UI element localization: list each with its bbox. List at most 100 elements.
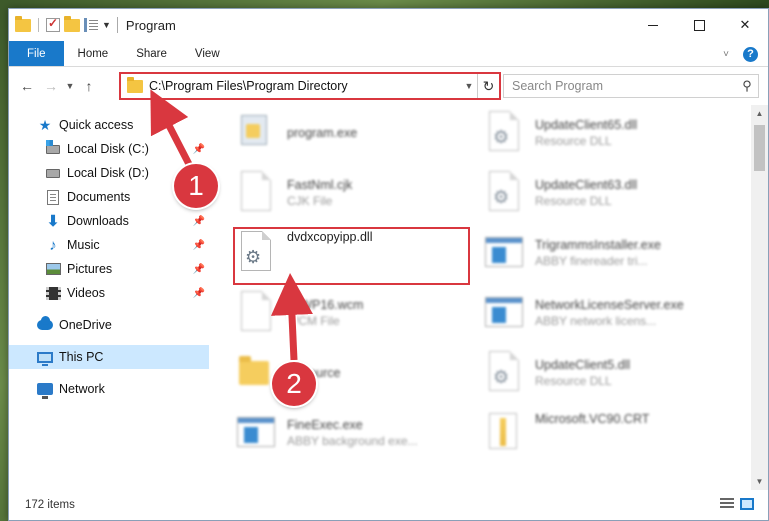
nav-item-downloads[interactable]: ⬇ Downloads 📌	[9, 209, 209, 233]
dll-gear-file-icon: ⚙	[481, 109, 529, 157]
application-icon	[481, 229, 529, 277]
file-name: UpdateClient65.dll	[535, 118, 638, 132]
annotation-badge-1: 1	[174, 164, 218, 208]
customize-toolbar-caret-icon[interactable]: ▼	[102, 20, 111, 30]
nav-item-music[interactable]: ♪ Music 📌	[9, 233, 209, 257]
file-type: Resource DLL	[535, 194, 612, 208]
refresh-icon[interactable]: ↻	[477, 74, 499, 98]
nav-item-this-pc[interactable]: This PC	[9, 345, 209, 369]
file-name: Microsoft.VC90.CRT	[535, 412, 650, 426]
pin-icon[interactable]: 📌	[193, 288, 205, 299]
scroll-down-arrow-icon[interactable]: ▼	[751, 473, 768, 490]
navigation-pane: ★ Quick access Local Disk (C:) 📌 Local D…	[9, 105, 209, 490]
file-name: FineExec.exe	[287, 418, 363, 432]
nav-label: This PC	[59, 350, 104, 364]
details-view-icon[interactable]	[720, 498, 734, 510]
file-item-towp16[interactable]: ToWP16.wcm WCM File	[221, 285, 456, 341]
address-bar[interactable]: C:\Program Files\Program Directory ▼ ↻	[119, 72, 501, 100]
pin-icon[interactable]: 📌	[193, 144, 205, 155]
ribbon-tabs: File Home Share View ˅ ?	[9, 41, 768, 67]
address-row: ← → ▼ ↑ C:\Program Files\Program Directo…	[9, 67, 768, 105]
help-icon[interactable]: ?	[743, 46, 758, 62]
large-icons-view-icon[interactable]	[740, 498, 754, 510]
pin-icon[interactable]: 📌	[193, 264, 205, 275]
scrollbar-thumb[interactable]	[754, 125, 765, 171]
documents-icon	[45, 189, 61, 205]
annotation-badge-2: 2	[272, 362, 316, 406]
vertical-scrollbar[interactable]: ▲ ▼	[751, 105, 768, 490]
file-type: Resource DLL	[535, 374, 612, 388]
application-icon	[233, 409, 281, 457]
status-bar: 172 items	[9, 490, 768, 520]
pictures-icon	[45, 261, 61, 277]
program-exe-icon	[233, 109, 281, 157]
search-box[interactable]: ⚲	[503, 74, 759, 98]
file-name: FastNml.cjk	[287, 178, 353, 192]
up-arrow-icon[interactable]: ↑	[77, 78, 101, 94]
search-input[interactable]	[512, 79, 736, 93]
local-disk-c-icon	[45, 139, 61, 157]
nav-label: Quick access	[59, 118, 134, 132]
downloads-icon: ⬇	[46, 213, 60, 230]
title-bar: ▼ Program ✕	[9, 9, 768, 41]
file-item-updateclient65[interactable]: ⚙ UpdateClient65.dll Resource DLL	[469, 105, 704, 161]
search-icon[interactable]: ⚲	[736, 78, 758, 94]
scroll-up-arrow-icon[interactable]: ▲	[751, 105, 768, 122]
file-item-fineexec[interactable]: FineExec.exe ABBY background exe...	[221, 405, 456, 461]
pin-icon[interactable]: 📌	[193, 216, 205, 227]
nav-item-pictures[interactable]: Pictures 📌	[9, 257, 209, 281]
nav-label: Local Disk (D:)	[67, 166, 149, 180]
file-item-networklicenseserver[interactable]: NetworkLicenseServer.exe ABBY network li…	[469, 285, 704, 341]
quick-access-toolbar: ▼	[9, 15, 111, 32]
nav-label: Local Disk (C:)	[67, 142, 149, 156]
nav-item-onedrive[interactable]: OneDrive	[9, 313, 209, 337]
address-history-caret-icon[interactable]: ▼	[461, 81, 477, 91]
explorer-window: ▼ Program ✕ File Home Share View ˅ ? ← →…	[8, 8, 769, 521]
nav-label: Pictures	[67, 262, 113, 276]
file-item-updateclient63[interactable]: ⚙ UpdateClient63.dll Resource DLL	[469, 165, 704, 221]
file-item-fastnml[interactable]: FastNml.cjk CJK File	[221, 165, 456, 221]
tab-share[interactable]: Share	[122, 41, 181, 66]
file-item-program-exe[interactable]: program.exe	[221, 105, 456, 161]
local-disk-d-icon	[45, 165, 61, 181]
properties-icon[interactable]	[84, 18, 98, 32]
nav-item-local-disk-c[interactable]: Local Disk (C:) 📌	[9, 137, 209, 161]
this-pc-icon	[37, 349, 53, 366]
file-list: program.exe FastNml.cjk CJK File ⚙ dvdxc…	[209, 105, 768, 490]
address-folder-icon	[127, 76, 143, 93]
nav-quick-access[interactable]: ★ Quick access	[9, 113, 209, 137]
nav-label: Videos	[67, 286, 105, 300]
file-type: Resource DLL	[535, 134, 612, 148]
forward-arrow-icon[interactable]: →	[39, 78, 63, 94]
blank-file-icon	[233, 289, 281, 337]
file-item-resource-folder[interactable]: Resource	[221, 345, 456, 401]
file-item-updateclient5[interactable]: ⚙ UpdateClient5.dll Resource DLL	[469, 345, 704, 401]
dll-gear-file-icon: ⚙	[481, 349, 529, 397]
file-item-microsoft-vc90-crt[interactable]: Microsoft.VC90.CRT	[469, 405, 704, 461]
close-button[interactable]: ✕	[722, 9, 768, 41]
network-icon	[37, 381, 53, 399]
tab-view[interactable]: View	[181, 41, 234, 66]
nav-item-videos[interactable]: Videos 📌	[9, 281, 209, 305]
properties-check-icon[interactable]	[46, 16, 60, 32]
maximize-button[interactable]	[676, 9, 722, 41]
item-count: 172 items	[25, 499, 75, 511]
file-name: NetworkLicenseServer.exe	[535, 298, 684, 312]
address-path[interactable]: C:\Program Files\Program Directory	[149, 79, 461, 93]
tab-file[interactable]: File	[9, 41, 64, 66]
back-arrow-icon[interactable]: ←	[15, 78, 39, 94]
expand-ribbon-icon[interactable]: ˅	[723, 49, 729, 60]
recent-locations-caret-icon[interactable]: ▼	[63, 81, 77, 91]
tab-home[interactable]: Home	[64, 41, 123, 66]
file-name: TrigrammsInstaller.exe	[535, 238, 661, 252]
nav-item-network[interactable]: Network	[9, 377, 209, 401]
window-title: Program	[125, 17, 176, 33]
file-item-trigrammsinstaller[interactable]: TrigrammsInstaller.exe ABBY finereader t…	[469, 225, 704, 281]
nav-label: Downloads	[67, 214, 129, 228]
dll-gear-file-icon: ⚙	[481, 169, 529, 217]
minimize-button[interactable]	[630, 9, 676, 41]
ribbon-right-controls: ˅ ?	[723, 41, 758, 67]
explorer-body: ★ Quick access Local Disk (C:) 📌 Local D…	[9, 105, 768, 490]
new-folder-icon[interactable]	[64, 15, 80, 32]
pin-icon[interactable]: 📌	[193, 240, 205, 251]
